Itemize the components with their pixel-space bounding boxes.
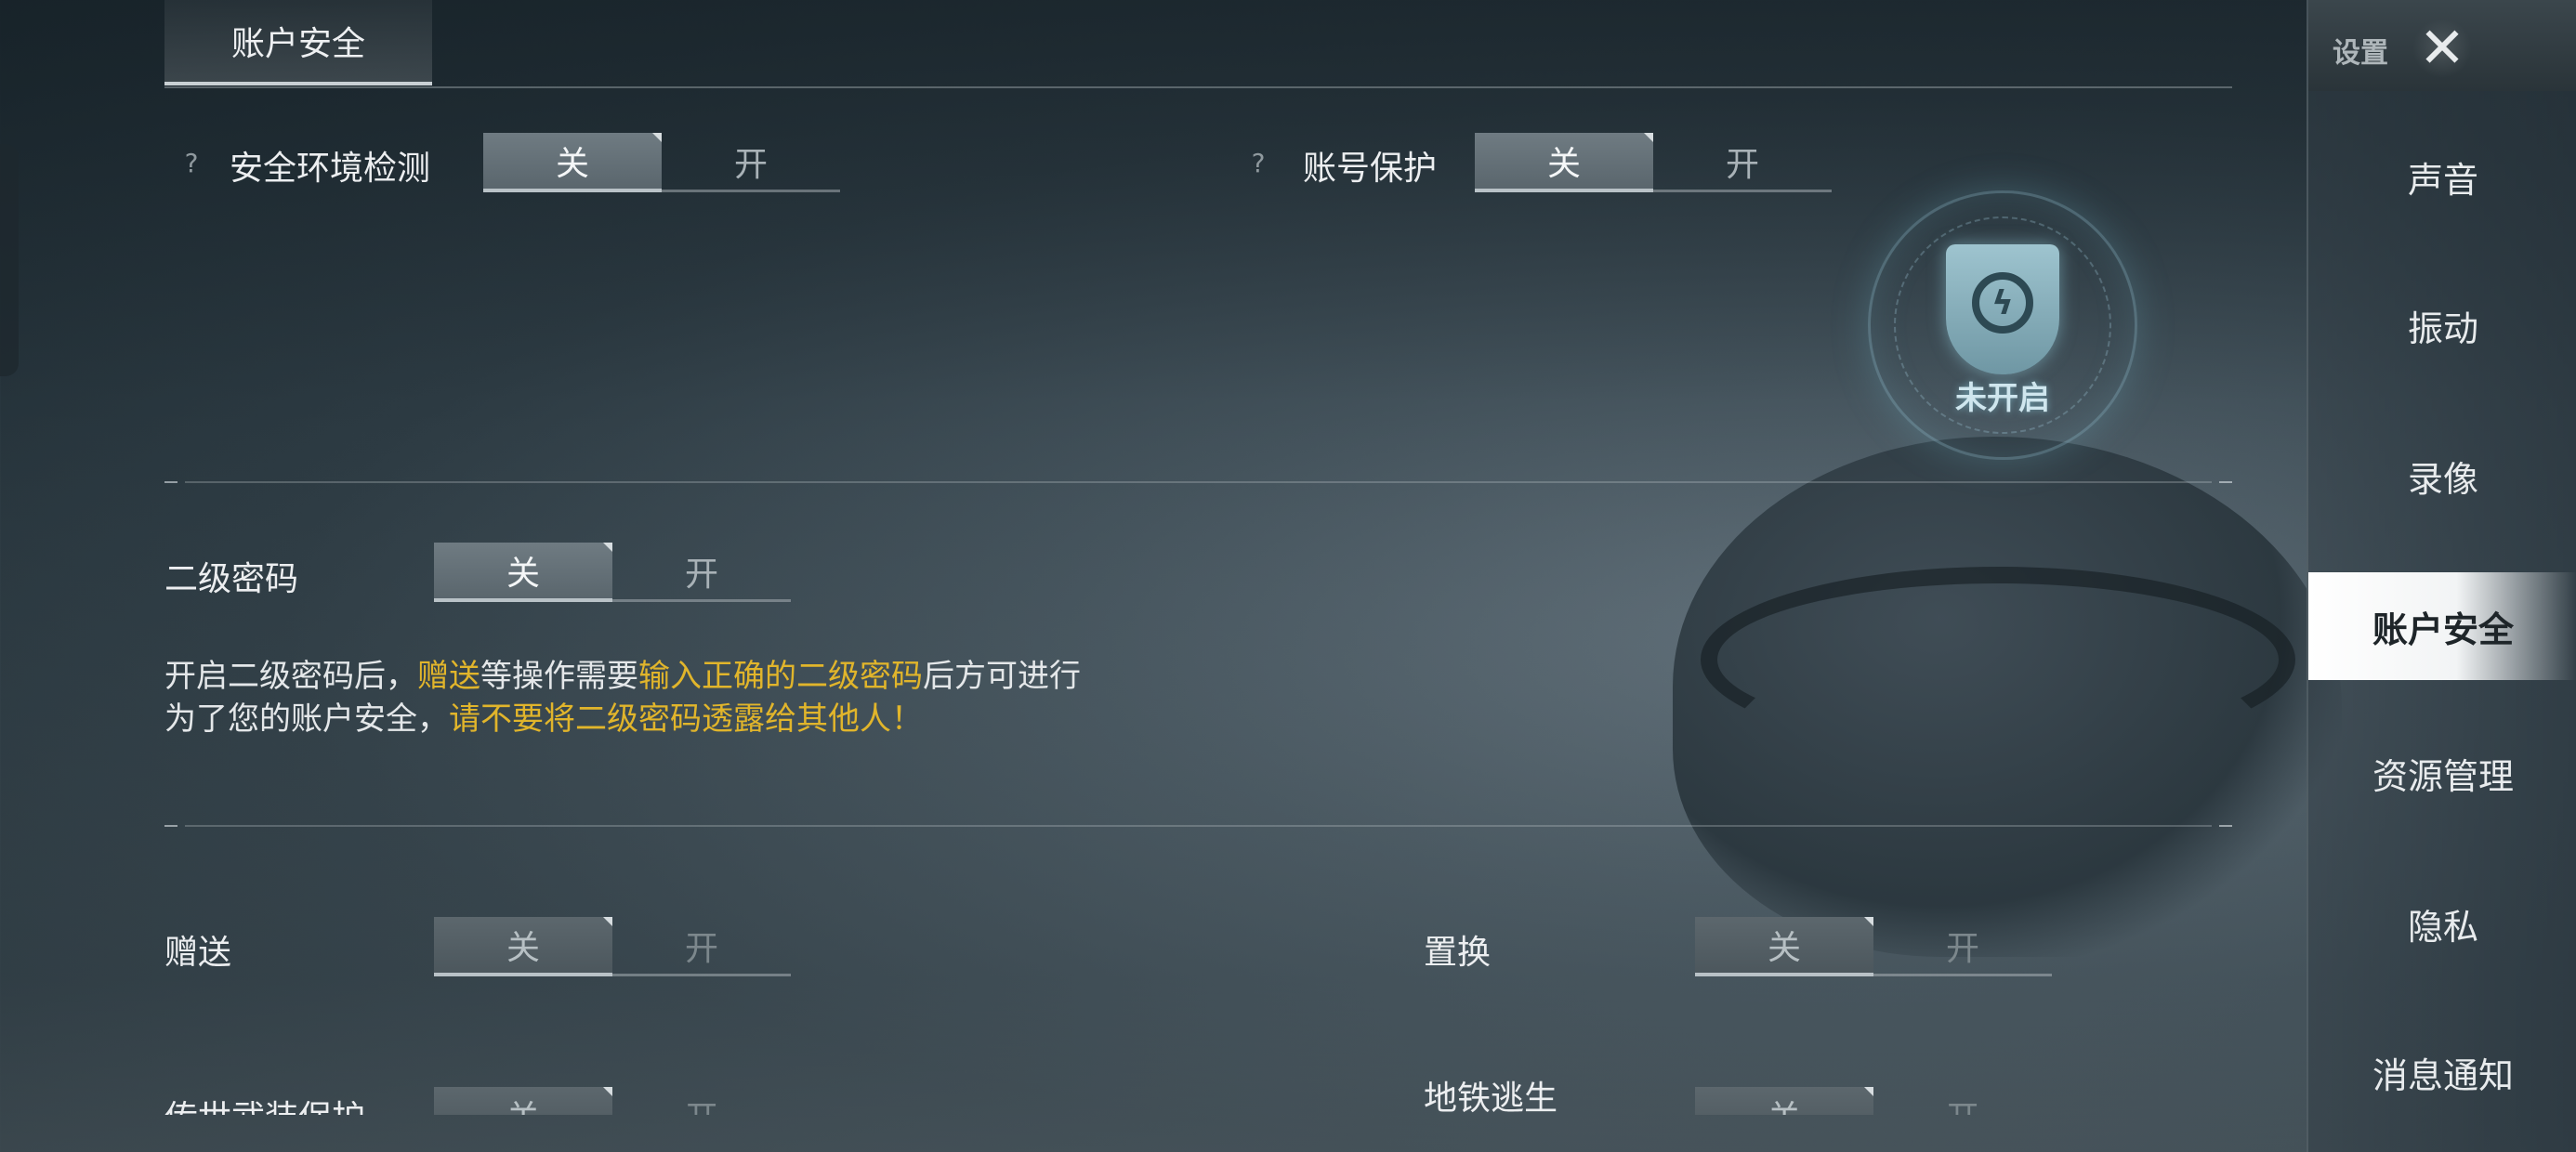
settings-sidebar: 设置 ✕ 声音 振动 录像 账户安全 资源管理 隐私 消息通知: [2307, 0, 2576, 1152]
sidebar-header: 设置 ✕: [2308, 0, 2576, 91]
gift-off-option[interactable]: 关: [434, 917, 612, 976]
sidebar-item-recording[interactable]: 录像: [2308, 422, 2576, 530]
header-divider: [164, 86, 2232, 88]
legend-gear-toggle: 关 开: [434, 1087, 791, 1115]
badge-status-text: 未开启: [1955, 380, 2050, 417]
close-icon[interactable]: ✕: [2412, 16, 2472, 81]
sidebar-item-resource-management[interactable]: 资源管理: [2308, 719, 2576, 827]
security-env-label: 安全环境检测: [230, 150, 431, 188]
desc-highlight: 赠送: [417, 658, 480, 695]
help-icon-account-protect[interactable]: ?: [1240, 144, 1277, 181]
swap-toggle: 关 开: [1695, 917, 2052, 976]
divider-tick: [164, 481, 177, 483]
account-protect-badge: ϟ 未开启: [1868, 190, 2137, 460]
sidebar-item-account-security[interactable]: 账户安全: [2308, 572, 2576, 680]
left-edge-handle: [0, 144, 19, 376]
desc-highlight: 输入正确的二级密码: [638, 658, 923, 695]
second-password-desc-line2: 为了您的账户安全，请不要将二级密码透露给其他人！: [164, 698, 923, 740]
clipped-row-container: 传世武装保护 关 开 关 开: [0, 1059, 2307, 1115]
metro-toggle: 关 开: [1695, 1087, 2052, 1115]
security-env-on-option[interactable]: 开: [662, 133, 840, 192]
account-protect-label: 账号保护: [1303, 150, 1438, 188]
desc-text: 等操作需要: [480, 658, 638, 695]
help-icon-security-env[interactable]: ?: [173, 144, 210, 181]
second-password-on-option[interactable]: 开: [612, 543, 791, 602]
settings-title: 设置: [2333, 37, 2388, 70]
legend-gear-on-option[interactable]: 开: [612, 1087, 791, 1116]
helmet-visor-illustration: [1701, 567, 2295, 753]
legend-gear-off-option[interactable]: 关: [434, 1087, 612, 1115]
metro-off-option[interactable]: 关: [1695, 1087, 1873, 1115]
desc-text: 开启二级密码后，: [164, 658, 417, 695]
divider-tick: [164, 825, 177, 827]
account-protect-off-option[interactable]: 关: [1475, 133, 1653, 192]
second-password-off-option[interactable]: 关: [434, 543, 612, 602]
metro-on-option[interactable]: 开: [1873, 1087, 2052, 1116]
legend-gear-label: 传世武装保护: [164, 1091, 365, 1115]
second-password-toggle: 关 开: [434, 543, 791, 602]
sidebar-item-vibration[interactable]: 振动: [2308, 271, 2576, 379]
shield-lightning-icon: ϟ: [1946, 244, 2059, 374]
security-env-toggle: 关 开: [483, 133, 840, 192]
second-password-label: 二级密码: [164, 560, 299, 598]
account-protect-toggle: 关 开: [1475, 133, 1832, 192]
gift-on-option[interactable]: 开: [612, 917, 791, 976]
security-env-off-option[interactable]: 关: [483, 133, 662, 192]
divider-tick: [2219, 825, 2232, 827]
swap-on-option[interactable]: 开: [1873, 917, 2052, 976]
desc-text: 为了您的账户安全，: [164, 700, 449, 738]
gift-toggle: 关 开: [434, 917, 791, 976]
divider-tick: [2219, 481, 2232, 483]
sidebar-item-notifications[interactable]: 消息通知: [2308, 1018, 2576, 1126]
second-password-desc-line1: 开启二级密码后，赠送等操作需要输入正确的二级密码后方可进行: [164, 655, 1081, 698]
tab-account-security[interactable]: 账户安全: [164, 0, 432, 85]
section-divider: [185, 825, 2212, 827]
desc-text: 后方可进行: [923, 658, 1081, 695]
gift-label: 赠送: [164, 934, 232, 972]
section-divider: [185, 481, 2212, 483]
sidebar-item-sound[interactable]: 声音: [2308, 123, 2576, 230]
swap-off-option[interactable]: 关: [1695, 917, 1873, 976]
lightning-icon: ϟ: [1972, 272, 2033, 334]
sidebar-item-privacy[interactable]: 隐私: [2308, 870, 2576, 977]
swap-label: 置换: [1424, 934, 1492, 972]
desc-highlight: 请不要将二级密码透露给其他人！: [449, 700, 923, 738]
metro-label: 地铁逃生: [1424, 1080, 1558, 1118]
account-protect-on-option[interactable]: 开: [1653, 133, 1832, 192]
